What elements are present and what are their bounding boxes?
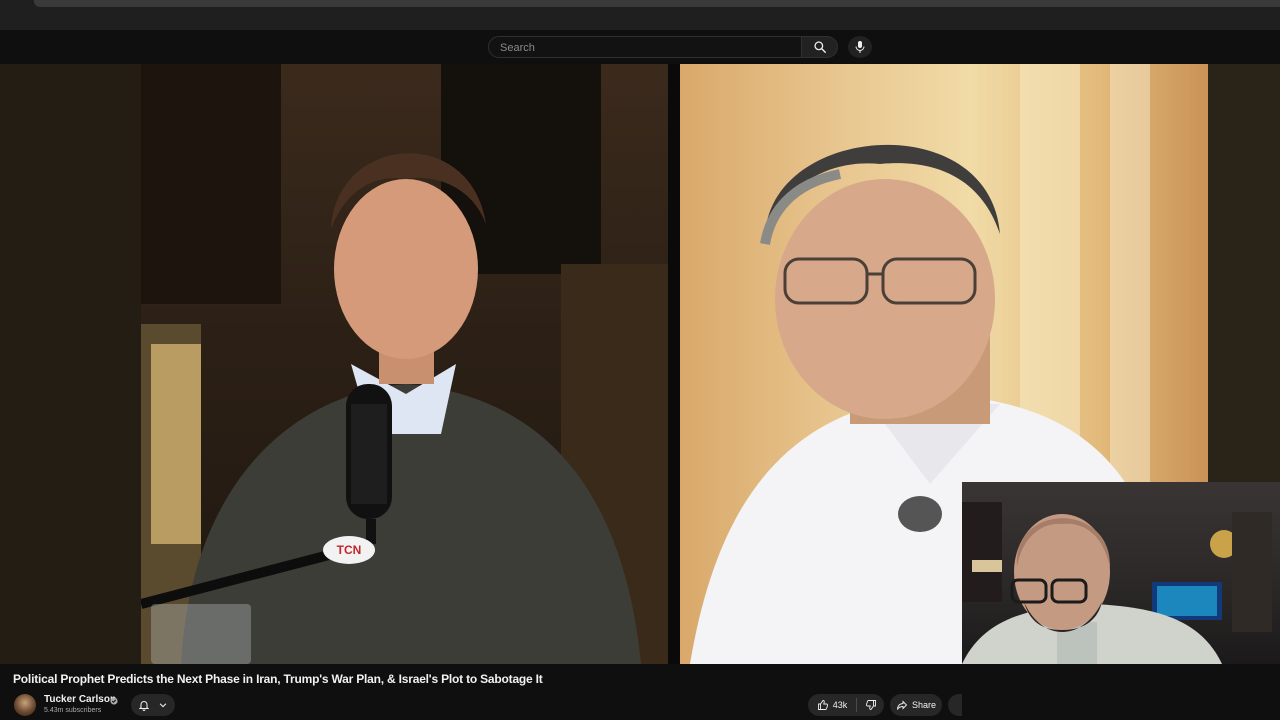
video-feed-host: TCN	[141, 64, 668, 664]
like-button[interactable]: 43k	[808, 694, 856, 716]
dislike-button[interactable]	[857, 694, 884, 716]
bell-icon	[139, 701, 150, 711]
thumbs-up-icon	[817, 700, 828, 710]
more-actions-button[interactable]	[948, 694, 962, 716]
subscriber-count: 5.43m subscribers	[44, 707, 102, 714]
like-dislike-group: 43k	[808, 694, 884, 716]
split-divider	[668, 64, 680, 664]
search-button[interactable]	[802, 36, 838, 58]
search-input[interactable]	[498, 40, 792, 56]
youtube-header	[0, 30, 1280, 64]
player-background-left	[0, 64, 141, 664]
browser-chrome	[0, 0, 1280, 31]
webcam-overlay	[962, 482, 1280, 664]
video-info: Political Prophet Predicts the Next Phas…	[0, 664, 1280, 720]
share-label: Share	[911, 700, 937, 710]
player-background-right	[1208, 64, 1280, 484]
chevron-down-icon	[159, 703, 166, 708]
browser-tabstrip	[34, 0, 1280, 7]
tcn-logo: TCN	[336, 543, 362, 557]
search-icon	[813, 41, 826, 53]
search-box[interactable]	[488, 36, 802, 58]
channel-name[interactable]: Tucker Carlson	[44, 694, 116, 705]
share-icon	[897, 700, 908, 710]
voice-search-button[interactable]	[848, 36, 872, 58]
subscription-bell-button[interactable]	[131, 694, 175, 716]
webcam-scene	[962, 502, 1272, 664]
mic-icon	[855, 41, 865, 53]
host-scene	[141, 64, 668, 664]
channel-avatar[interactable]	[14, 694, 36, 716]
thumbs-down-icon	[865, 700, 876, 710]
verified-icon	[110, 697, 118, 705]
like-count: 43k	[832, 700, 848, 710]
video-player[interactable]: TCN	[0, 64, 1280, 664]
video-title: Political Prophet Predicts the Next Phas…	[13, 672, 543, 686]
share-button[interactable]: Share	[890, 694, 942, 716]
